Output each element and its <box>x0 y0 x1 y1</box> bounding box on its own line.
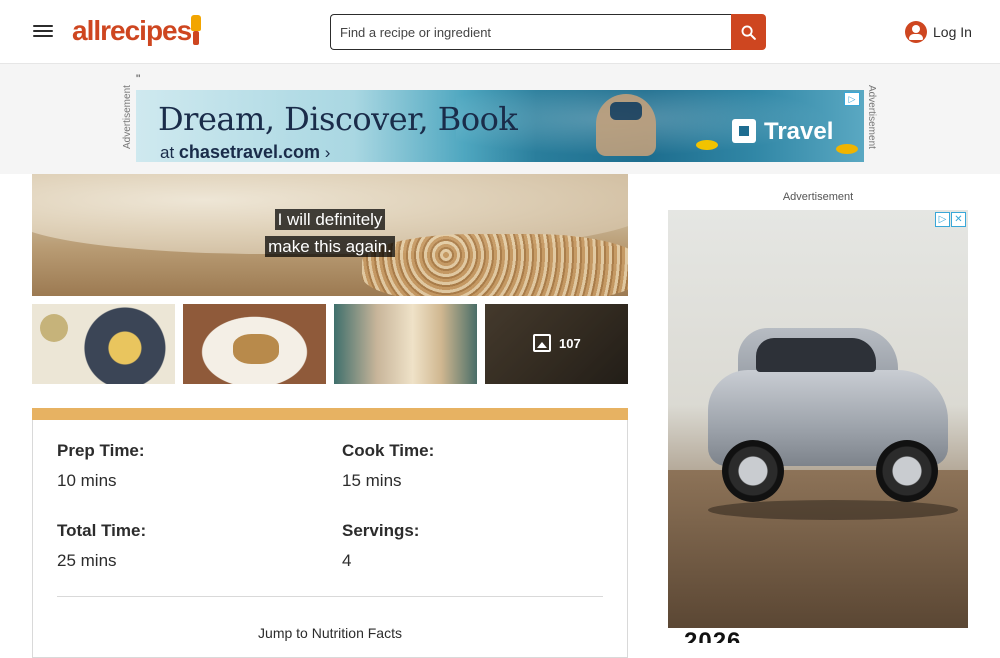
servings-label: Servings: <box>342 521 420 540</box>
ad-subline: at chasetravel.com › <box>160 142 330 162</box>
search-button[interactable] <box>731 14 766 50</box>
login-button[interactable]: Log In <box>905 21 972 43</box>
servings: Servings: 4 <box>342 521 592 571</box>
ad-subline-site: chasetravel.com <box>178 142 321 162</box>
photo-thumbnails: 107 <box>32 304 628 384</box>
jump-to-nutrition-link[interactable]: Jump to Nutrition Facts <box>33 625 627 641</box>
ad-fish-image <box>696 140 718 150</box>
ad-close-icon[interactable]: ✕ <box>951 212 966 227</box>
ad-diver-image <box>596 94 656 156</box>
allrecipes-logo[interactable]: allrecipes <box>72 15 202 49</box>
total-time-label: Total Time: <box>57 521 147 540</box>
recipe-photo-thumbnail[interactable] <box>334 304 477 384</box>
logo-chef-hat-icon <box>191 15 202 45</box>
cook-time-label: Cook Time: <box>342 441 435 460</box>
car-ad[interactable]: ▷ ✕ 2026 <box>668 210 968 643</box>
car-image <box>708 320 948 502</box>
gallery-icon <box>533 334 551 352</box>
video-caption-line-2: make this again. <box>32 236 628 257</box>
servings-value: 4 <box>342 551 352 570</box>
top-ad-region: Advertisement " Dream, Discover, Book at… <box>0 64 1000 174</box>
car-wheel <box>876 440 938 502</box>
ad-subline-prefix: at <box>160 143 175 162</box>
car-window <box>756 338 876 372</box>
ad-year-text: 2026 <box>684 628 742 643</box>
car-wheel <box>722 440 784 502</box>
prep-time: Prep Time: 10 mins <box>57 441 307 491</box>
car-shadow <box>708 500 958 520</box>
recipe-details-card: Prep Time: 10 mins Cook Time: 15 mins To… <box>32 408 628 658</box>
search-icon <box>741 25 756 40</box>
search-input[interactable] <box>330 14 731 50</box>
prep-time-label: Prep Time: <box>57 441 145 460</box>
ad-subline-arrow: › <box>324 143 331 162</box>
ad-fish-image <box>836 144 858 154</box>
details-accent-bar <box>32 408 628 420</box>
ad-label-left: Advertisement <box>122 85 133 149</box>
photo-count-value: 107 <box>559 335 581 351</box>
menu-icon[interactable] <box>31 22 55 42</box>
logo-text: allrecipes <box>72 15 192 46</box>
photo-count: 107 <box>533 334 581 352</box>
ad-headline: Dream, Discover, Book <box>158 100 518 138</box>
recipe-photo-thumbnail[interactable] <box>183 304 326 384</box>
ad-label-right: Advertisement <box>866 85 877 149</box>
recipe-video[interactable]: I will definitely make this again. <box>32 174 628 296</box>
video-caption-line-1: I will definitely <box>32 209 628 230</box>
ad-brand: Travel <box>732 118 833 146</box>
search-bar <box>330 14 766 50</box>
ad-quote-mark: " <box>136 72 141 86</box>
chase-logo-icon <box>732 119 756 143</box>
travel-ad-banner[interactable]: Dream, Discover, Book at chasetravel.com… <box>136 90 864 162</box>
adchoices-icon[interactable]: ▷ <box>935 212 950 227</box>
details-divider <box>57 596 603 597</box>
total-time-value: 25 mins <box>57 551 117 570</box>
adchoices-icon[interactable]: ▷ <box>844 92 860 106</box>
account-icon <box>905 21 927 43</box>
cook-time: Cook Time: 15 mins <box>342 441 592 491</box>
cook-time-value: 15 mins <box>342 471 402 490</box>
site-header: allrecipes Log In <box>0 0 1000 64</box>
side-ad-label: Advertisement <box>782 191 854 203</box>
adchoices-controls: ▷ ✕ <box>934 212 966 227</box>
total-time: Total Time: 25 mins <box>57 521 307 571</box>
recipe-photo-thumbnail[interactable] <box>32 304 175 384</box>
login-label: Log In <box>933 24 972 40</box>
view-all-photos-thumbnail[interactable]: 107 <box>485 304 628 384</box>
ad-brand-text: Travel <box>764 118 834 145</box>
prep-time-value: 10 mins <box>57 471 117 490</box>
